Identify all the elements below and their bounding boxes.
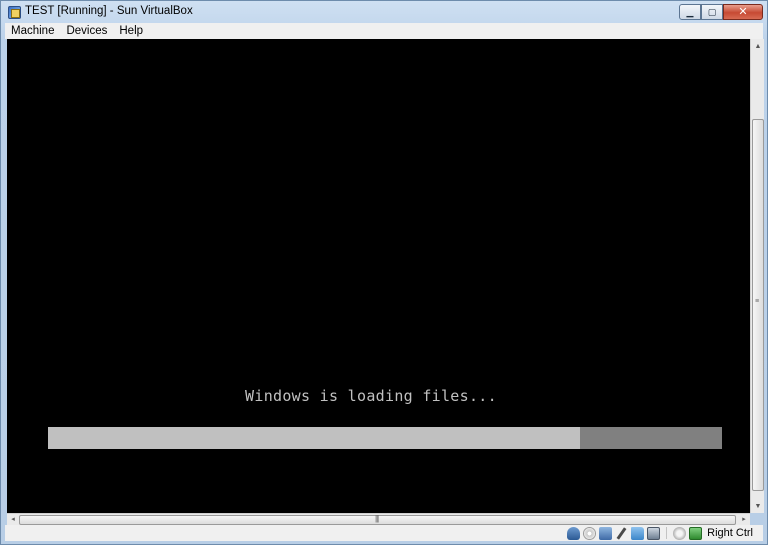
maximize-button[interactable]: ▢ (701, 4, 723, 20)
horizontal-scroll-grip: ||| (375, 514, 379, 523)
scroll-up-arrow[interactable]: ▲ (751, 39, 765, 53)
status-separator (666, 527, 668, 539)
close-button[interactable]: ✕ (723, 4, 763, 20)
status-bar: Right Ctrl (5, 525, 763, 541)
host-key-label: Right Ctrl (707, 527, 753, 539)
minimize-button[interactable]: ▁ (679, 4, 701, 20)
host-key-icon (689, 526, 703, 540)
virtualbox-app-icon[interactable] (8, 6, 21, 19)
vertical-scroll-thumb[interactable]: ≡ (752, 119, 764, 491)
cd-dvd-icon[interactable] (583, 526, 597, 540)
menu-help[interactable]: Help (113, 25, 149, 37)
loading-progress-fill (48, 427, 581, 449)
virtualbox-window: TEST [Running] - Sun VirtualBox ▁ ▢ ✕ Ma… (0, 0, 768, 545)
hard-disk-icon[interactable] (567, 526, 581, 540)
vertical-scrollbar[interactable]: ▲ ≡ ▼ (750, 39, 764, 513)
loading-progress-bar (48, 427, 722, 449)
scroll-right-arrow[interactable]: ▸ (738, 513, 750, 525)
mouse-integration-icon[interactable] (673, 526, 687, 540)
window-controls: ▁ ▢ ✕ (679, 4, 763, 20)
scroll-down-arrow[interactable]: ▼ (751, 499, 765, 513)
menu-bar: Machine Devices Help (5, 23, 763, 39)
scroll-left-arrow[interactable]: ◂ (7, 513, 19, 525)
menu-machine[interactable]: Machine (5, 25, 60, 37)
network-icon[interactable] (599, 526, 613, 540)
horizontal-scroll-thumb[interactable]: ||| (19, 514, 736, 525)
vm-display[interactable]: Windows is loading files... (7, 39, 750, 513)
menu-devices[interactable]: Devices (60, 25, 113, 37)
usb-icon[interactable] (615, 527, 628, 540)
window-title: TEST [Running] - Sun VirtualBox (25, 5, 193, 17)
horizontal-scrollbar[interactable]: ◂ ||| ▸ (7, 513, 750, 525)
display-icon[interactable] (647, 526, 661, 540)
scroll-grip: ≡ (755, 298, 760, 305)
title-bar[interactable]: TEST [Running] - Sun VirtualBox ▁ ▢ ✕ (1, 1, 767, 23)
shared-folders-icon[interactable] (631, 526, 645, 540)
loading-message: Windows is loading files... (245, 387, 497, 405)
